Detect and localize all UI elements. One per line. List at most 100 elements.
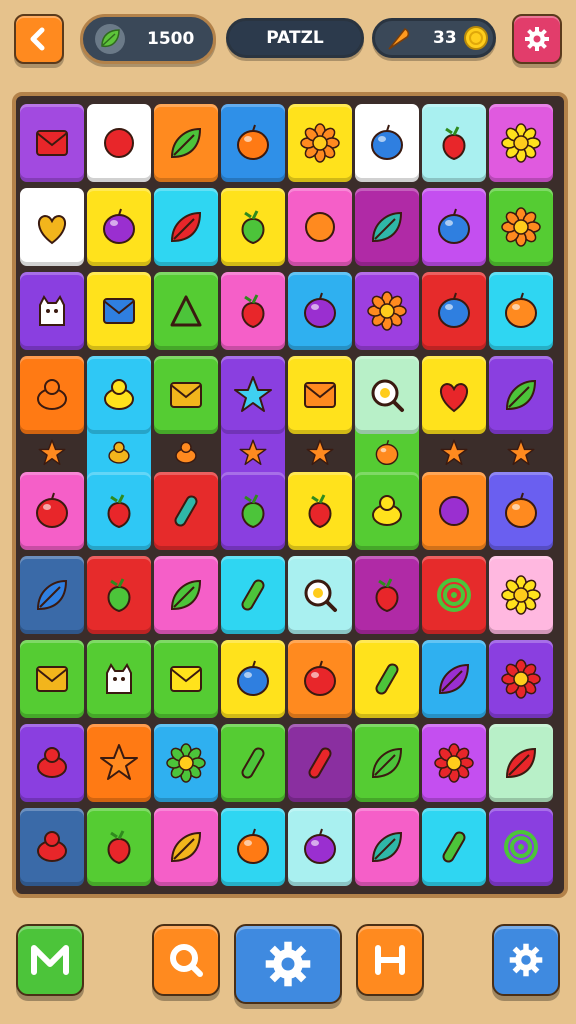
board-tile[interactable] xyxy=(221,556,285,634)
bars-orange-icon xyxy=(304,382,336,408)
board-tile[interactable] xyxy=(154,640,218,718)
board-tile[interactable] xyxy=(87,472,151,550)
top-hud: 1500 PATZL 33 xyxy=(0,0,576,80)
board-tile[interactable] xyxy=(154,808,218,886)
board-tile[interactable] xyxy=(20,472,84,550)
board-tile[interactable] xyxy=(489,472,553,550)
board-tile[interactable] xyxy=(355,724,419,802)
banana-icon xyxy=(37,831,67,862)
back-button[interactable] xyxy=(14,14,64,64)
plum-blue-icon xyxy=(371,124,403,160)
board-tile[interactable] xyxy=(355,640,419,718)
h-letter-icon xyxy=(375,945,405,975)
board-tile[interactable] xyxy=(355,356,419,434)
apple-red-icon xyxy=(375,578,399,613)
board-tile[interactable] xyxy=(355,472,419,550)
level-name: PATZL xyxy=(266,28,324,48)
board-tile[interactable] xyxy=(422,188,486,266)
board-tile[interactable] xyxy=(87,724,151,802)
board-tile[interactable] xyxy=(355,808,419,886)
board-tile[interactable] xyxy=(422,472,486,550)
board-tile[interactable] xyxy=(20,808,84,886)
pepper-green-icon xyxy=(241,210,265,245)
flower-orange-icon xyxy=(501,207,541,247)
orange-icon xyxy=(237,828,269,864)
heart-gold-icon xyxy=(38,214,66,245)
board-tile[interactable] xyxy=(221,188,285,266)
board-tile[interactable] xyxy=(355,188,419,266)
board-tile[interactable] xyxy=(489,556,553,634)
board-tile[interactable] xyxy=(489,808,553,886)
board-tile[interactable] xyxy=(288,724,352,802)
board-tile[interactable] xyxy=(355,556,419,634)
board-tile[interactable] xyxy=(422,556,486,634)
board-tile[interactable] xyxy=(288,640,352,718)
plum-purple-icon xyxy=(304,292,336,328)
board-tile[interactable] xyxy=(489,724,553,802)
score-counter: 1500 xyxy=(80,14,216,64)
board-tile[interactable] xyxy=(288,472,352,550)
board-tile[interactable] xyxy=(20,640,84,718)
settings-button[interactable] xyxy=(512,14,562,64)
board-tile[interactable] xyxy=(288,808,352,886)
board-tile[interactable] xyxy=(221,640,285,718)
leaf-green-icon xyxy=(505,379,537,411)
board-tile[interactable] xyxy=(20,188,84,266)
board-tile[interactable] xyxy=(87,640,151,718)
board-tile[interactable] xyxy=(154,556,218,634)
options-button[interactable] xyxy=(492,924,560,996)
board-tile[interactable] xyxy=(288,188,352,266)
board-tile[interactable] xyxy=(422,724,486,802)
board-tile[interactable] xyxy=(20,272,84,350)
book-gold-icon xyxy=(36,666,68,692)
board-tile[interactable] xyxy=(288,556,352,634)
board-tile[interactable] xyxy=(422,272,486,350)
board-tile[interactable] xyxy=(422,808,486,886)
sparkle-orange-icon xyxy=(38,439,66,466)
board-tile[interactable] xyxy=(355,104,419,182)
board-tile[interactable] xyxy=(154,104,218,182)
board-tile[interactable] xyxy=(154,272,218,350)
board-tile[interactable] xyxy=(221,808,285,886)
board-tile[interactable] xyxy=(20,556,84,634)
board-tile[interactable] xyxy=(20,724,84,802)
bell-gold-icon xyxy=(108,441,130,464)
board-tile[interactable] xyxy=(20,104,84,182)
board-tile[interactable] xyxy=(355,272,419,350)
board-tile[interactable] xyxy=(489,104,553,182)
board-tile[interactable] xyxy=(489,272,553,350)
search-button[interactable] xyxy=(152,924,220,996)
cat-white-icon xyxy=(39,295,65,326)
board-tile[interactable] xyxy=(87,188,151,266)
board-tile[interactable] xyxy=(288,272,352,350)
board-tile[interactable] xyxy=(154,356,218,434)
board-tile[interactable] xyxy=(489,640,553,718)
hint-button[interactable] xyxy=(356,924,424,996)
board-tile[interactable] xyxy=(422,640,486,718)
board-tile[interactable] xyxy=(422,104,486,182)
board-tile[interactable] xyxy=(288,356,352,434)
board-tile[interactable] xyxy=(221,356,285,434)
board-tile[interactable] xyxy=(221,724,285,802)
board-tile[interactable] xyxy=(221,272,285,350)
drop-orange-icon xyxy=(305,212,335,242)
board-tile[interactable] xyxy=(154,188,218,266)
board-tile[interactable] xyxy=(87,808,151,886)
board-tile[interactable] xyxy=(489,188,553,266)
board-tile[interactable] xyxy=(221,104,285,182)
board-tile[interactable] xyxy=(422,356,486,434)
board-tile[interactable] xyxy=(87,272,151,350)
board-tile[interactable] xyxy=(87,356,151,434)
board-tile[interactable] xyxy=(288,104,352,182)
mode-button[interactable] xyxy=(16,924,84,996)
board-tile[interactable] xyxy=(87,556,151,634)
main-settings-button[interactable] xyxy=(234,924,342,1004)
board-tile[interactable] xyxy=(20,356,84,434)
board-tile[interactable] xyxy=(489,356,553,434)
board-tile[interactable] xyxy=(154,472,218,550)
board-tile[interactable] xyxy=(87,104,151,182)
board-tile[interactable] xyxy=(154,724,218,802)
bottle-teal-icon xyxy=(174,495,198,527)
board-tile[interactable] xyxy=(221,472,285,550)
gear-icon xyxy=(525,27,549,51)
